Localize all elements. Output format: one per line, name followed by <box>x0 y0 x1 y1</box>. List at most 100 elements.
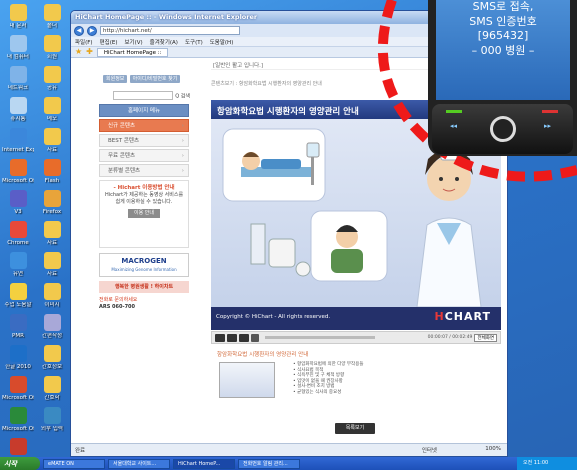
find-id-button[interactable]: 아이디/비밀번호 찾기 <box>129 75 181 83</box>
desktop-icon[interactable]: 자료 <box>36 252 68 286</box>
desktop-icon-glyph <box>9 97 27 114</box>
desktop-icon-glyph <box>9 190 27 207</box>
desktop-icon-label: Microsoft Office <box>2 395 34 401</box>
sidebar-item-new[interactable]: 신규 콘텐츠 › <box>99 119 189 132</box>
favorites-star-icon[interactable]: ★ <box>75 48 82 56</box>
desktop-icon-glyph <box>9 128 27 145</box>
status-text: 완료 <box>75 448 86 454</box>
desktop-icon-label: 한글 2010 <box>5 364 31 370</box>
stop-icon[interactable] <box>239 333 249 342</box>
desktop-icon[interactable]: 한글 2010 <box>2 345 34 379</box>
menu-favorites[interactable]: 즐겨찾기(A) <box>150 38 178 46</box>
desktop-icon[interactable]: 간호학 <box>36 376 68 410</box>
desktop-icon-glyph <box>9 66 27 83</box>
playback-time: 00:00:07 / 00:02:49 <box>427 335 473 340</box>
desktop-icon-glyph <box>9 252 27 269</box>
desktop-icon[interactable]: Internet Explorer <box>2 128 34 162</box>
desktop-icon[interactable]: 휴지통 <box>2 97 34 131</box>
desktop-icon[interactable]: Firefox <box>36 190 68 224</box>
menu-view[interactable]: 보기(V) <box>124 38 142 46</box>
desktop-icon[interactable]: 자료 <box>36 221 68 255</box>
volume-icon[interactable] <box>251 333 259 342</box>
desktop-icon[interactable]: Flash <box>36 159 68 193</box>
browser-tab[interactable]: HiChart HomePage :: <box>96 47 169 57</box>
menu-file[interactable]: 파일(F) <box>75 38 93 46</box>
fullscreen-button[interactable]: 전체화면 <box>474 333 497 342</box>
desktop-icon[interactable]: PMR <box>2 314 34 348</box>
macrogen-banner[interactable]: MACROGEN Maximizing Genome Information <box>99 253 189 277</box>
desktop-icon[interactable]: 폴더 <box>36 4 68 38</box>
desktop-icon[interactable]: 간편작성 <box>36 314 68 348</box>
desktop-icon-glyph <box>9 283 27 300</box>
desktop-icon-glyph <box>43 376 61 393</box>
zoom-level[interactable]: 100% <box>485 446 501 452</box>
search-input[interactable] <box>113 91 173 100</box>
desktop-icon-label: 이미지 <box>44 302 60 308</box>
ars-label: 전화로 문의하세요 <box>99 297 138 303</box>
menu-tools[interactable]: 도구(T) <box>185 38 203 46</box>
desktop-icon-label: 자료 <box>46 240 58 246</box>
desktop-icon[interactable]: 네트워크 <box>2 66 34 100</box>
desktop-icon[interactable]: 자료 <box>36 128 68 162</box>
taskbar-item[interactable]: HiChart HomeP... <box>173 458 235 469</box>
desktop-icon[interactable]: Chrome <box>2 221 34 255</box>
pause-icon[interactable] <box>227 333 237 342</box>
desktop-icon[interactable]: 공유 <box>36 66 68 100</box>
status-bar: 완료 인터넷 100% <box>71 443 507 456</box>
back-button[interactable]: ◀ <box>74 25 84 36</box>
hichart-logo: HCHART <box>435 310 492 323</box>
desktop-icon-glyph <box>43 159 61 176</box>
desktop-icon-label: Internet Explorer <box>2 147 34 153</box>
desktop-icon-label: 폴더 <box>46 23 58 29</box>
desktop-icon[interactable]: 수업 도움말 <box>2 283 34 317</box>
desktop-icon-glyph <box>43 128 61 145</box>
desktop-icon-label: Firefox <box>42 209 62 215</box>
desktop-icon[interactable]: Microsoft Office <box>2 376 34 410</box>
menu-edit[interactable]: 편집(E) <box>100 38 118 46</box>
desktop-icon[interactable]: 외부 입력 <box>36 407 68 441</box>
desktop-icon[interactable]: 메모 <box>36 97 68 131</box>
desktop-icon-label: V3 <box>14 209 22 215</box>
forward-button[interactable]: ▶ <box>87 25 97 36</box>
desktop-icon-label: Flash <box>44 178 60 184</box>
desktop-icon-glyph <box>43 407 61 424</box>
add-favorite-icon[interactable]: ✚ <box>86 48 93 56</box>
chevron-right-icon: › <box>181 168 184 174</box>
play-icon[interactable] <box>215 333 225 342</box>
taskbar-item[interactable]: eMATE ON <box>43 458 105 469</box>
desktop-icon-label: 휴지통 <box>10 116 26 122</box>
desktop-icon[interactable]: V3 <box>2 190 34 224</box>
sidebar-item-category[interactable]: 분류별 콘텐츠 › <box>99 164 189 177</box>
desktop-icon[interactable]: Microsoft Office <box>2 407 34 441</box>
menu-help[interactable]: 도움말(H) <box>210 38 234 46</box>
desktop-icon-label: 네트워크 <box>7 85 29 91</box>
content-bullets: • 항암화학요법에 의한 다양 부작용들 • 식사요법 목적 • 식욕부진 및 … <box>293 362 363 395</box>
search-button[interactable]: Q 검색 <box>175 94 190 100</box>
start-button[interactable]: 시작 <box>0 457 40 470</box>
list-button[interactable]: 목록보기 <box>335 423 375 434</box>
desktop-icon[interactable]: 내 컴퓨터 <box>2 35 34 69</box>
phone-keypad: ◂◂ ▸▸ <box>432 104 573 154</box>
desktop-icon-label: 간호학 <box>44 395 60 401</box>
desktop-icon[interactable]: Microsoft Office <box>2 159 34 193</box>
member-info-button[interactable]: 회원정보 <box>103 75 128 83</box>
desktop-icon[interactable]: 회원 <box>36 35 68 69</box>
taskbar-item[interactable]: 전화번호 알림 관리... <box>238 458 300 469</box>
seek-bar[interactable] <box>265 336 375 339</box>
ars-number: ARS 060-700 <box>99 304 136 310</box>
desktop-icon[interactable]: 이미지 <box>36 283 68 317</box>
promo-banner[interactable]: 행복한 병원생활 ! 하이차트 <box>99 281 189 293</box>
desktop-icon-label: Microsoft Office <box>2 426 34 432</box>
desktop-icon[interactable]: 내 문서 <box>2 4 34 38</box>
sidebar-item-free[interactable]: 무료 콘텐츠 › <box>99 149 189 162</box>
desktop-icon[interactable]: 간호정보 <box>36 345 68 379</box>
bullet-item: • 균형있는 식사의 중요성 <box>293 389 342 395</box>
address-input[interactable]: http://hichart.net/ <box>100 26 240 35</box>
content-thumbnail[interactable] <box>219 362 275 398</box>
chevron-right-icon: › <box>181 138 184 144</box>
desktop-icon[interactable]: 유연 <box>2 252 34 286</box>
sidebar-item-best[interactable]: BEST 콘텐츠 › <box>99 134 189 147</box>
guide-button[interactable]: 이용 안내 <box>128 209 160 218</box>
taskbar-item[interactable]: 서울대학교 사이트... <box>108 458 170 469</box>
logo-h: H <box>434 310 445 323</box>
